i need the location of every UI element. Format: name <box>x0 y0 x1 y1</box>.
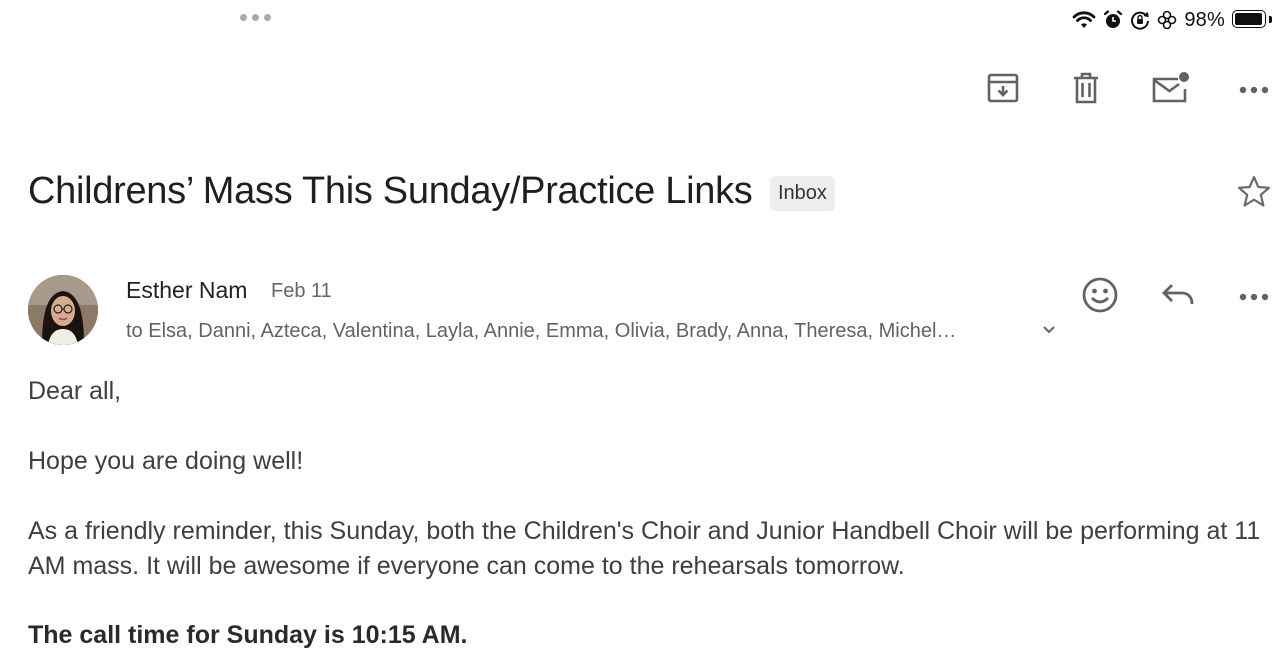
delete-button[interactable] <box>1064 68 1108 112</box>
focus-icon <box>1157 10 1177 30</box>
expand-recipients-button[interactable] <box>1038 320 1060 342</box>
mark-unread-button[interactable] <box>1148 68 1192 112</box>
status-bar: 98% <box>1072 8 1272 32</box>
reply-icon <box>1160 280 1196 315</box>
archive-icon <box>986 71 1020 110</box>
inbox-label[interactable]: Inbox <box>770 176 835 211</box>
reply-button[interactable] <box>1156 275 1200 319</box>
star-icon <box>1236 174 1272 215</box>
recipients-line[interactable]: to Elsa, Danni, Azteca, Valentina, Layla… <box>126 320 956 343</box>
chevron-down-icon <box>1042 322 1056 340</box>
email-greeting: Dear all, <box>28 377 122 405</box>
more-icon <box>1239 288 1269 306</box>
mark-unread-icon <box>1151 71 1189 110</box>
more-options-button[interactable] <box>1232 68 1276 112</box>
alarm-icon <box>1103 10 1123 30</box>
sender-avatar[interactable] <box>28 275 98 345</box>
email-subject: Childrens’ Mass This Sunday/Practice Lin… <box>28 170 753 212</box>
battery-percent: 98% <box>1184 8 1225 31</box>
message-more-button[interactable] <box>1232 275 1276 319</box>
more-icon <box>1239 81 1269 99</box>
multitask-dots[interactable] <box>240 14 271 21</box>
trash-icon <box>1069 71 1103 110</box>
email-body-paragraph: As a friendly reminder, this Sunday, bot… <box>28 517 1261 580</box>
emoji-icon <box>1081 276 1119 319</box>
sender-name[interactable]: Esther Nam <box>126 277 247 304</box>
email-call-time: The call time for Sunday is 10:15 AM. <box>28 621 468 649</box>
email-body-line: Hope you are doing well! <box>28 447 304 475</box>
rotation-lock-icon <box>1130 10 1150 30</box>
archive-button[interactable] <box>981 68 1025 112</box>
star-button[interactable] <box>1234 174 1274 214</box>
wifi-icon <box>1072 10 1096 30</box>
react-button[interactable] <box>1078 275 1122 319</box>
email-date: Feb 11 <box>271 280 332 302</box>
battery-icon <box>1232 10 1272 30</box>
